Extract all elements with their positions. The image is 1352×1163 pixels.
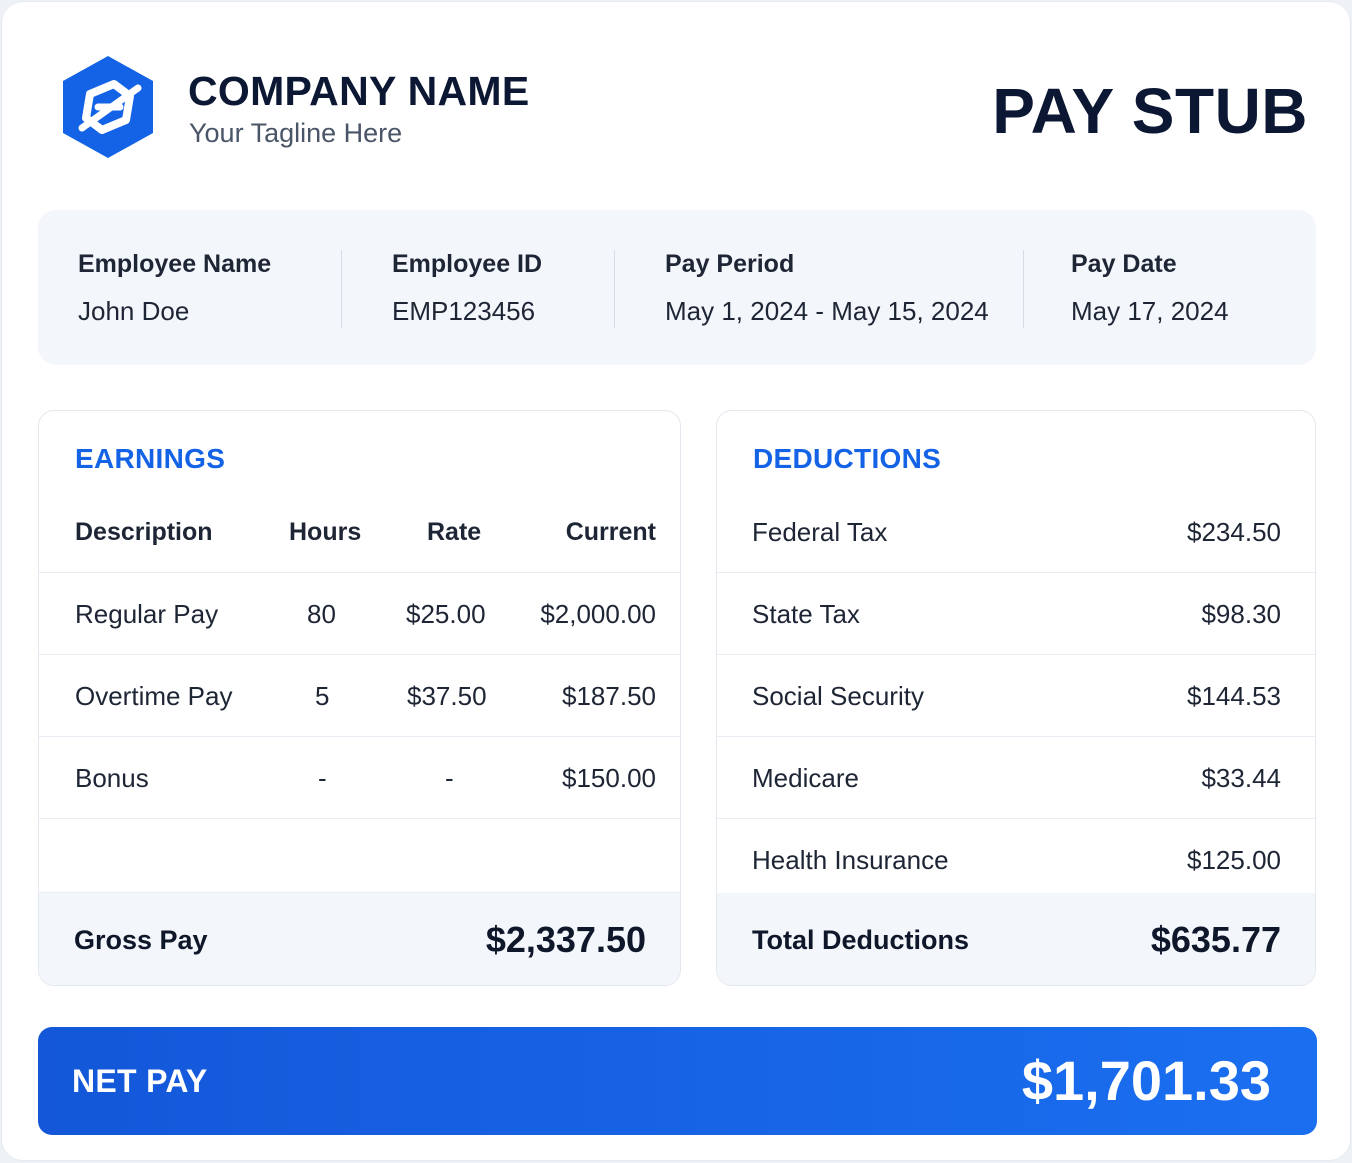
earning-current: $2,000.00: [540, 599, 656, 629]
deductions-card: DEDUCTIONS Federal Tax $234.50 State Tax…: [716, 410, 1316, 986]
info-divider: [1023, 250, 1024, 328]
deduction-amount: $33.44: [1201, 763, 1281, 793]
earning-description: Overtime Pay: [75, 681, 233, 711]
column-header-description: Description: [75, 518, 213, 546]
company-name: COMPANY NAME: [188, 68, 530, 114]
table-row: Overtime Pay 5 $37.50 $187.50: [39, 655, 680, 737]
earning-current: $187.50: [562, 681, 656, 711]
gross-pay-row: Gross Pay $2,337.50: [39, 893, 680, 985]
table-row: Bonus - - $150.00: [39, 737, 680, 819]
earnings-card: EARNINGS Description Hours Rate Current …: [38, 410, 681, 986]
total-deductions-row: Total Deductions $635.77: [717, 893, 1315, 985]
earning-description: Bonus: [75, 763, 149, 793]
table-row: Regular Pay 80 $25.00 $2,000.00: [39, 573, 680, 655]
document-title: PAY STUB: [992, 75, 1308, 147]
deduction-amount: $98.30: [1201, 599, 1281, 629]
earnings-title: EARNINGS: [75, 443, 226, 474]
pay-date-label: Pay Date: [1071, 250, 1177, 278]
deduction-amount: $144.53: [1187, 681, 1281, 711]
pay-stub-page: COMPANY NAME Your Tagline Here PAY STUB …: [1, 1, 1351, 1161]
employee-name-label: Employee Name: [78, 250, 272, 278]
net-pay-value: $1,701.33: [1021, 1049, 1271, 1112]
total-deductions-label: Total Deductions: [752, 925, 970, 955]
earning-rate: $25.00: [406, 599, 486, 629]
total-deductions-value: $635.77: [1150, 919, 1281, 960]
net-pay-label: NET PAY: [72, 1063, 208, 1099]
pay-period-value: May 1, 2024 - May 15, 2024: [665, 296, 989, 326]
column-header-current: Current: [565, 518, 656, 546]
table-row: Health Insurance $125.00: [717, 819, 1315, 893]
earning-hours: 5: [315, 681, 330, 711]
pay-period-label: Pay Period: [665, 250, 795, 278]
deduction-label: State Tax: [752, 599, 860, 629]
deductions-title: DEDUCTIONS: [753, 443, 942, 474]
earning-description: Regular Pay: [75, 599, 219, 629]
deduction-amount: $234.50: [1187, 517, 1281, 547]
deduction-label: Health Insurance: [752, 845, 949, 875]
employee-info-panel: Employee Name John Doe Employee ID EMP12…: [38, 210, 1316, 365]
table-row: Medicare $33.44: [717, 737, 1315, 819]
employee-name-value: John Doe: [78, 296, 190, 326]
column-header-hours: Hours: [289, 518, 362, 546]
table-row: Social Security $144.53: [717, 655, 1315, 737]
earning-rate: $37.50: [407, 681, 487, 711]
column-header-rate: Rate: [427, 518, 482, 546]
company-tagline: Your Tagline Here: [189, 118, 403, 148]
net-pay-bar: NET PAY $1,701.33: [38, 1027, 1317, 1135]
deduction-label: Social Security: [752, 681, 924, 711]
gross-pay-label: Gross Pay: [74, 925, 208, 955]
employee-id-value: EMP123456: [392, 296, 536, 326]
earning-hours: -: [318, 763, 327, 793]
table-row: State Tax $98.30: [717, 573, 1315, 655]
table-row-empty: [39, 819, 680, 893]
earning-hours: 80: [307, 599, 336, 629]
deduction-amount: $125.00: [1187, 845, 1281, 875]
table-row: Federal Tax $234.50: [717, 491, 1315, 573]
pay-date-value: May 17, 2024: [1071, 296, 1229, 326]
deduction-label: Medicare: [752, 763, 859, 793]
deduction-label: Federal Tax: [752, 517, 888, 547]
gross-pay-value: $2,337.50: [485, 919, 646, 960]
info-divider: [341, 250, 342, 328]
info-divider: [614, 250, 615, 328]
hexagon-logo-icon: [60, 54, 156, 160]
earning-rate: -: [445, 763, 454, 793]
earning-current: $150.00: [562, 763, 656, 793]
employee-id-label: Employee ID: [392, 250, 543, 278]
earnings-header-row: Description Hours Rate Current: [39, 491, 680, 573]
